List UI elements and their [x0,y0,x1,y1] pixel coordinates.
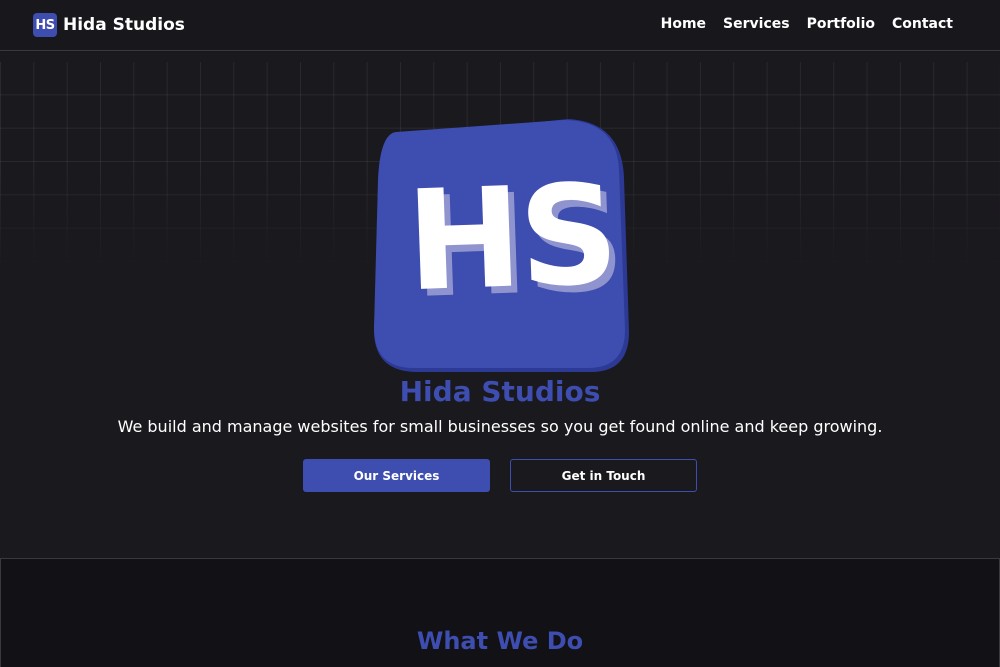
nav-portfolio[interactable]: Portfolio [807,16,875,32]
brand[interactable]: HS Hida Studios [33,13,185,37]
hero-title: Hida Studios [399,375,601,408]
get-in-touch-button[interactable]: Get in Touch [510,459,697,492]
our-services-button[interactable]: Our Services [303,459,490,492]
nav-home[interactable]: Home [661,16,706,32]
site-header: HS Hida Studios Home Services Portfolio … [0,0,1000,51]
nav-contact[interactable]: Contact [892,16,953,32]
hero-logo: HS HS [372,118,630,374]
hero-subtitle: We build and manage websites for small b… [117,417,883,436]
brand-logo-icon: HS [33,13,57,37]
logo-letters: HS [404,154,618,322]
section-title: What We Do [416,627,584,655]
brand-name: Hida Studios [63,15,185,35]
hero-section: HS HS Hida Studios We build and manage w… [0,52,1000,558]
hs-logo-icon: HS HS [374,119,629,372]
what-we-do-section: What We Do [0,558,1000,667]
nav-services[interactable]: Services [723,16,790,32]
main-nav: Home Services Portfolio Contact [661,16,953,32]
